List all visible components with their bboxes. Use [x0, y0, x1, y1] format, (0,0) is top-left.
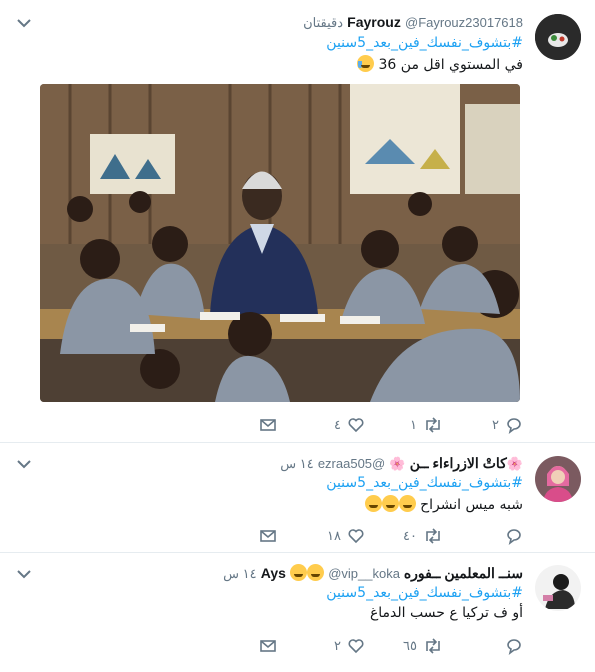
reply-button[interactable]: ٢ — [489, 416, 523, 434]
tweet-actions: ٢ ١ ٤ — [258, 416, 523, 434]
envelope-icon — [260, 530, 276, 542]
kissing-face-icon — [290, 564, 308, 581]
tweet-image[interactable] — [40, 84, 520, 402]
tweet-text: في المستوي اقل من 36 — [357, 55, 523, 73]
retweet-count: ١ — [410, 417, 417, 433]
user-handle[interactable]: @Fayrouz23017618 — [405, 15, 523, 30]
retweet-button[interactable]: ١ — [407, 416, 443, 434]
joy-face-icon — [398, 495, 416, 512]
chevron-down-icon[interactable] — [14, 16, 34, 30]
reply-icon — [507, 418, 521, 434]
envelope-icon — [260, 640, 276, 652]
message-button[interactable] — [259, 527, 277, 545]
chevron-down-icon[interactable] — [14, 457, 34, 471]
heart-icon — [348, 418, 364, 433]
tweet-text: شبه ميس انشراح — [364, 495, 523, 513]
message-button[interactable] — [259, 637, 277, 655]
avatar[interactable] — [535, 565, 581, 611]
retweet-count: ٦٥ — [403, 638, 417, 654]
timestamp[interactable]: دقيقتان — [303, 15, 343, 30]
tweet[interactable]: سنــ المعلمين ــفوره Ays @vip__koka ١٤ س… — [0, 553, 595, 672]
like-button[interactable]: ٢ — [331, 637, 365, 655]
user-handle[interactable]: @vip__koka — [328, 566, 400, 581]
timestamp[interactable]: ١٤ س — [223, 566, 256, 581]
tweet-text-content: شبه ميس انشراح — [420, 497, 523, 513]
flower-icon: 🌸 — [389, 457, 406, 472]
reply-icon — [507, 639, 521, 655]
joy-face-icon — [364, 495, 382, 512]
tweet[interactable]: 🌸كاتْ الازراءاء ــن 🌸 @ezraa505 ١٤ س #بت… — [0, 443, 595, 553]
retweet-icon — [426, 528, 440, 544]
heart-icon — [348, 529, 364, 544]
like-count: ٢ — [334, 638, 341, 654]
retweet-icon — [426, 638, 440, 654]
like-count: ١٨ — [327, 528, 341, 544]
tweet-actions: ٦٥ ٢ — [258, 637, 523, 655]
chevron-down-icon[interactable] — [14, 567, 34, 581]
retweet-button[interactable]: ٦٥ — [403, 637, 443, 655]
hashtag-link[interactable]: #بتشوف_نفسك_فين_بعد_5سنين — [326, 35, 523, 51]
reply-count: ٢ — [492, 417, 499, 433]
like-button[interactable]: ٤ — [331, 416, 365, 434]
reply-icon — [507, 529, 521, 545]
tweet-actions: ٤٠ ١٨ — [258, 527, 523, 545]
reply-button[interactable] — [489, 527, 523, 545]
retweet-count: ٤٠ — [403, 528, 417, 544]
tweet-header: 🌸كاتْ الازراءاء ــن 🌸 @ezraa505 ١٤ س — [280, 454, 523, 474]
message-button[interactable] — [259, 416, 277, 434]
hashtag-link[interactable]: #بتشوف_نفسك_فين_بعد_5سنين — [326, 475, 523, 491]
tweet-text-content: في المستوي اقل من 36 — [378, 57, 523, 73]
reply-button[interactable] — [489, 637, 523, 655]
tweet-header: Fayrouz @Fayrouz23017618 دقيقتان — [303, 13, 523, 33]
display-name[interactable]: كاتْ الازراءاء ــن — [410, 455, 507, 471]
timestamp[interactable]: ١٤ س — [280, 456, 313, 471]
display-name[interactable]: Fayrouz — [347, 14, 401, 30]
joy-face-icon — [381, 495, 399, 512]
heart-icon — [348, 639, 364, 654]
tweet-header: سنــ المعلمين ــفوره Ays @vip__koka ١٤ س — [223, 564, 523, 584]
tweet-text: أو ف تركيا ع حسب الدماغ — [369, 605, 523, 621]
kissing-face-icon — [307, 564, 325, 581]
user-handle[interactable]: @ezraa505 — [318, 456, 385, 471]
hashtag-link[interactable]: #بتشوف_نفسك_فين_بعد_5سنين — [326, 585, 523, 601]
retweet-icon — [426, 417, 440, 433]
retweet-button[interactable]: ٤٠ — [403, 527, 443, 545]
tweet[interactable]: Fayrouz @Fayrouz23017618 دقيقتان #بتشوف_… — [0, 0, 595, 443]
avatar[interactable] — [535, 14, 581, 60]
flower-icon: 🌸 — [506, 457, 523, 472]
pensive-face-icon — [357, 55, 375, 72]
like-button[interactable]: ١٨ — [327, 527, 365, 545]
avatar[interactable] — [535, 456, 581, 502]
like-count: ٤ — [334, 417, 341, 433]
envelope-icon — [260, 419, 276, 431]
